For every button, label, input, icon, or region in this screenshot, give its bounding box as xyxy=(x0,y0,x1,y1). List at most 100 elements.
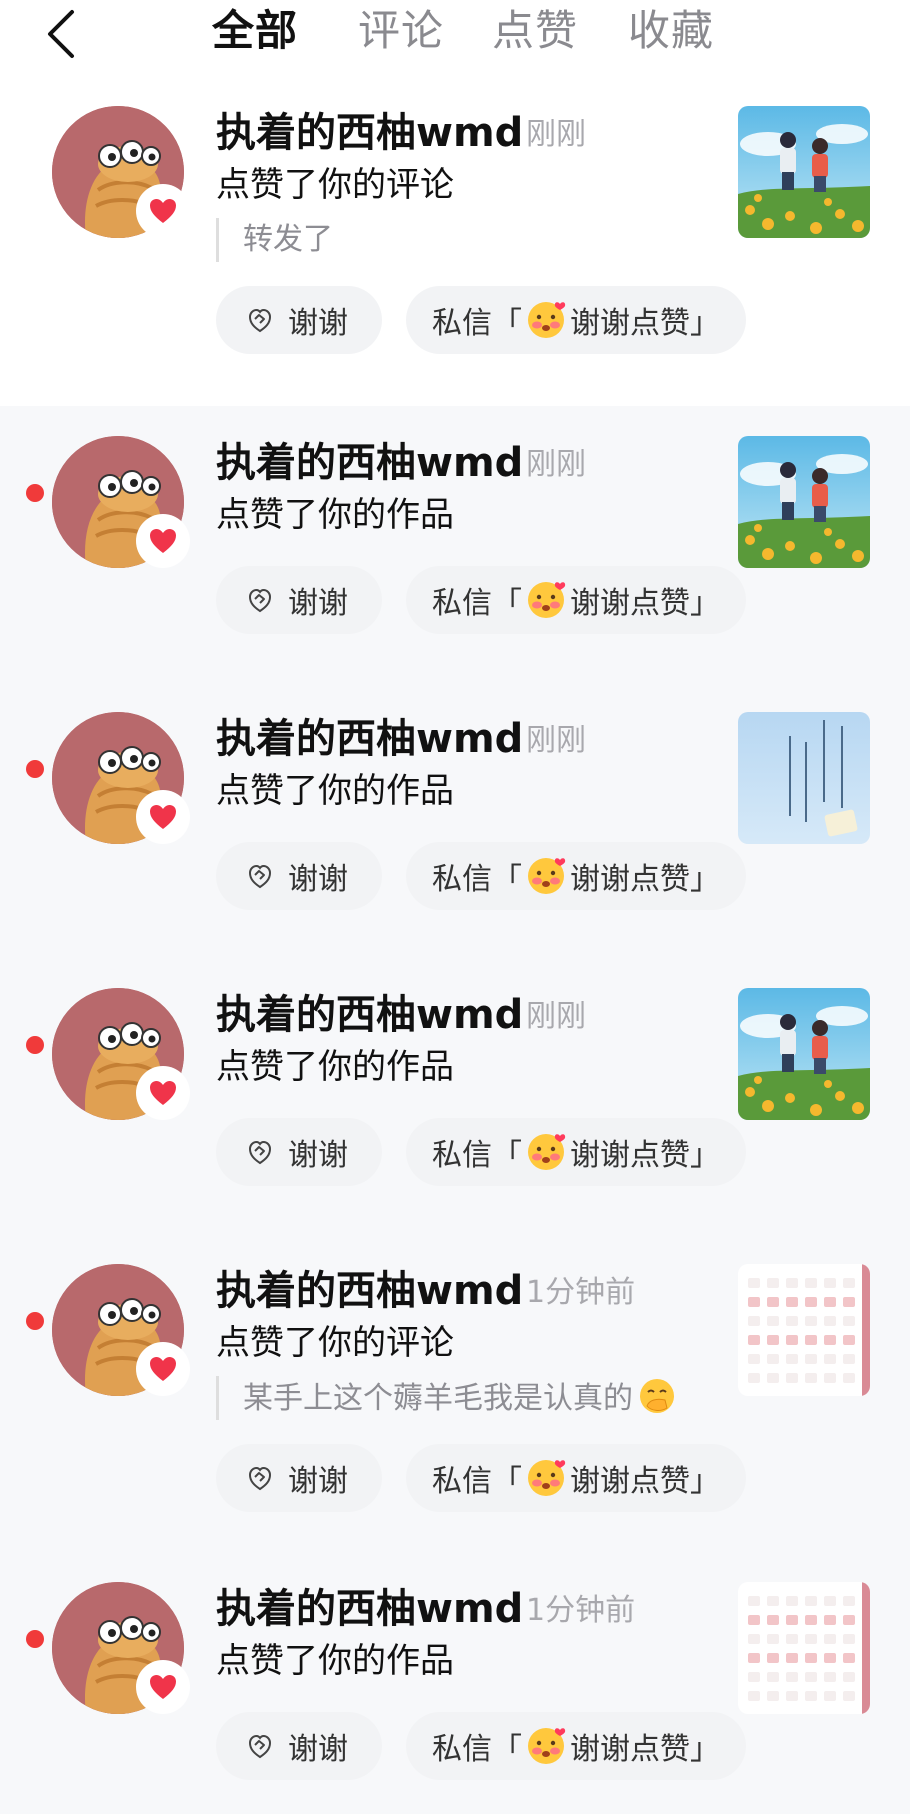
dm-prefix: 私信「 xyxy=(432,1138,522,1173)
avatar[interactable] xyxy=(52,988,190,1120)
thanks-button[interactable]: 谢谢 xyxy=(216,566,382,634)
dm-prefix: 私信「 xyxy=(432,862,522,897)
unread-dot xyxy=(26,484,44,502)
content-thumbnail[interactable] xyxy=(738,106,870,238)
tab-favorites[interactable]: 收藏 xyxy=(628,2,714,60)
heart-icon xyxy=(150,529,176,553)
emoji xyxy=(524,1724,568,1768)
dm-prefix: 私信「 xyxy=(432,306,522,341)
tab-likes[interactable]: 点赞 xyxy=(492,2,578,60)
thanks-button[interactable]: 谢谢 xyxy=(216,842,382,910)
emoji xyxy=(637,1376,677,1416)
content-thumbnail[interactable] xyxy=(738,436,870,568)
username[interactable]: 执着的西柚wmd xyxy=(216,108,523,158)
heart-icon xyxy=(150,805,176,829)
calendar-grid-icon xyxy=(738,1582,870,1714)
avatar[interactable] xyxy=(52,106,190,238)
username[interactable]: 执着的西柚wmd xyxy=(216,438,523,488)
tab-bar: 全部 评论 点赞 收藏 xyxy=(0,0,910,76)
timestamp: 刚刚 xyxy=(526,447,586,482)
flushed-face-with-hearts-icon xyxy=(528,1460,566,1496)
avatar[interactable] xyxy=(52,436,190,568)
emoji xyxy=(524,1130,568,1174)
action-text: 点赞了你的评论 xyxy=(216,1323,454,1363)
notification-item[interactable]: 执着的西柚wmd 刚刚点赞了你的作品谢谢 私信「 谢谢点赞」 xyxy=(0,406,910,682)
quoted-comment-text: 某手上这个薅羊毛我是认真的 xyxy=(243,1381,633,1416)
dm-prefix: 私信「 xyxy=(432,1464,522,1499)
thanks-button[interactable]: 谢谢 xyxy=(216,1712,382,1780)
emoji xyxy=(524,578,568,622)
avatar[interactable] xyxy=(52,1264,190,1396)
like-badge xyxy=(136,1066,190,1120)
dm-text: 谢谢点赞」 xyxy=(570,1138,720,1173)
emoji xyxy=(524,854,568,898)
face-with-hand-over-mouth-icon xyxy=(640,1379,674,1413)
dm-text: 谢谢点赞」 xyxy=(570,1732,720,1767)
flushed-face-with-hearts-icon xyxy=(528,858,566,894)
handshake-icon xyxy=(248,1734,272,1759)
thanks-label: 谢谢 xyxy=(288,586,348,621)
action-text: 点赞了你的作品 xyxy=(216,1047,454,1087)
dm-thanks-button[interactable]: 私信「 谢谢点赞」 xyxy=(406,566,746,634)
dm-prefix: 私信「 xyxy=(432,1732,522,1767)
blue-poster-icon xyxy=(738,712,870,844)
heart-icon xyxy=(150,1357,176,1381)
quoted-comment[interactable]: 转发了 xyxy=(216,218,333,262)
avatar[interactable] xyxy=(52,712,190,844)
action-text: 点赞了你的作品 xyxy=(216,771,454,811)
avatar[interactable] xyxy=(52,1582,190,1714)
handshake-icon xyxy=(248,1466,272,1491)
timestamp: 刚刚 xyxy=(526,723,586,758)
top-bar: 全部 评论 点赞 收藏 xyxy=(0,0,910,76)
quoted-comment-text: 转发了 xyxy=(243,222,333,257)
dm-text: 谢谢点赞」 xyxy=(570,1464,720,1499)
username[interactable]: 执着的西柚wmd xyxy=(216,714,523,764)
username[interactable]: 执着的西柚wmd xyxy=(216,990,523,1040)
anime-couple-thumbnail-icon xyxy=(738,988,870,1120)
handshake-icon xyxy=(248,864,272,889)
anime-couple-thumbnail-icon xyxy=(738,436,870,568)
content-thumbnail[interactable] xyxy=(738,712,870,844)
action-text: 点赞了你的作品 xyxy=(216,495,454,535)
thanks-button[interactable]: 谢谢 xyxy=(216,1118,382,1186)
dm-thanks-button[interactable]: 私信「 谢谢点赞」 xyxy=(406,286,746,354)
like-badge xyxy=(136,514,190,568)
tab-comments[interactable]: 评论 xyxy=(358,2,444,60)
dm-prefix: 私信「 xyxy=(432,586,522,621)
unread-dot xyxy=(26,760,44,778)
flushed-face-with-hearts-icon xyxy=(528,1134,566,1170)
dm-thanks-button[interactable]: 私信「 谢谢点赞」 xyxy=(406,842,746,910)
content-thumbnail[interactable] xyxy=(738,1264,870,1396)
timestamp: 刚刚 xyxy=(526,117,586,152)
handshake-icon xyxy=(248,588,272,613)
thanks-label: 谢谢 xyxy=(288,1464,348,1499)
action-text: 点赞了你的评论 xyxy=(216,165,454,205)
notification-item[interactable]: 执着的西柚wmd 1分钟前 点赞了你的作品 谢谢 私信「 谢谢点赞」 xyxy=(0,1552,910,1814)
calendar-grid-icon xyxy=(738,1264,870,1396)
dm-thanks-button[interactable]: 私信「 谢谢点赞」 xyxy=(406,1444,746,1512)
timestamp: 1分钟前 xyxy=(526,1275,636,1310)
notification-item[interactable]: 执着的西柚wmd 1分钟前点赞了你的评论某手上这个薅羊毛我是认真的谢谢 私信「 谢谢点… xyxy=(0,1234,910,1552)
thanks-button[interactable]: 谢谢 xyxy=(216,286,382,354)
unread-dot xyxy=(26,1312,44,1330)
content-thumbnail[interactable] xyxy=(738,988,870,1120)
tab-all[interactable]: 全部 xyxy=(212,2,298,60)
username[interactable]: 执着的西柚wmd xyxy=(216,1584,523,1634)
timestamp: 刚刚 xyxy=(526,999,586,1034)
dm-text: 谢谢点赞」 xyxy=(570,306,720,341)
thanks-label: 谢谢 xyxy=(288,306,348,341)
heart-icon xyxy=(150,199,176,223)
notification-item[interactable]: 执着的西柚wmd 刚刚点赞了你的作品谢谢 私信「 谢谢点赞」 xyxy=(0,958,910,1234)
quoted-comment[interactable]: 某手上这个薅羊毛我是认真的 xyxy=(216,1376,677,1420)
thanks-label: 谢谢 xyxy=(288,1732,348,1767)
notification-item[interactable]: 执着的西柚wmd 刚刚点赞了你的评论转发了谢谢 私信「 谢谢点赞」 xyxy=(0,76,910,406)
notification-item[interactable]: 执着的西柚wmd 刚刚点赞了你的作品谢谢 私信「 谢谢点赞」 xyxy=(0,682,910,958)
username[interactable]: 执着的西柚wmd xyxy=(216,1266,523,1316)
handshake-icon xyxy=(248,308,272,333)
dm-thanks-button[interactable]: 私信「 谢谢点赞」 xyxy=(406,1712,746,1780)
like-badge xyxy=(136,1342,190,1396)
unread-dot xyxy=(26,1630,44,1648)
dm-thanks-button[interactable]: 私信「 谢谢点赞」 xyxy=(406,1118,746,1186)
thanks-button[interactable]: 谢谢 xyxy=(216,1444,382,1512)
content-thumbnail[interactable] xyxy=(738,1582,870,1714)
